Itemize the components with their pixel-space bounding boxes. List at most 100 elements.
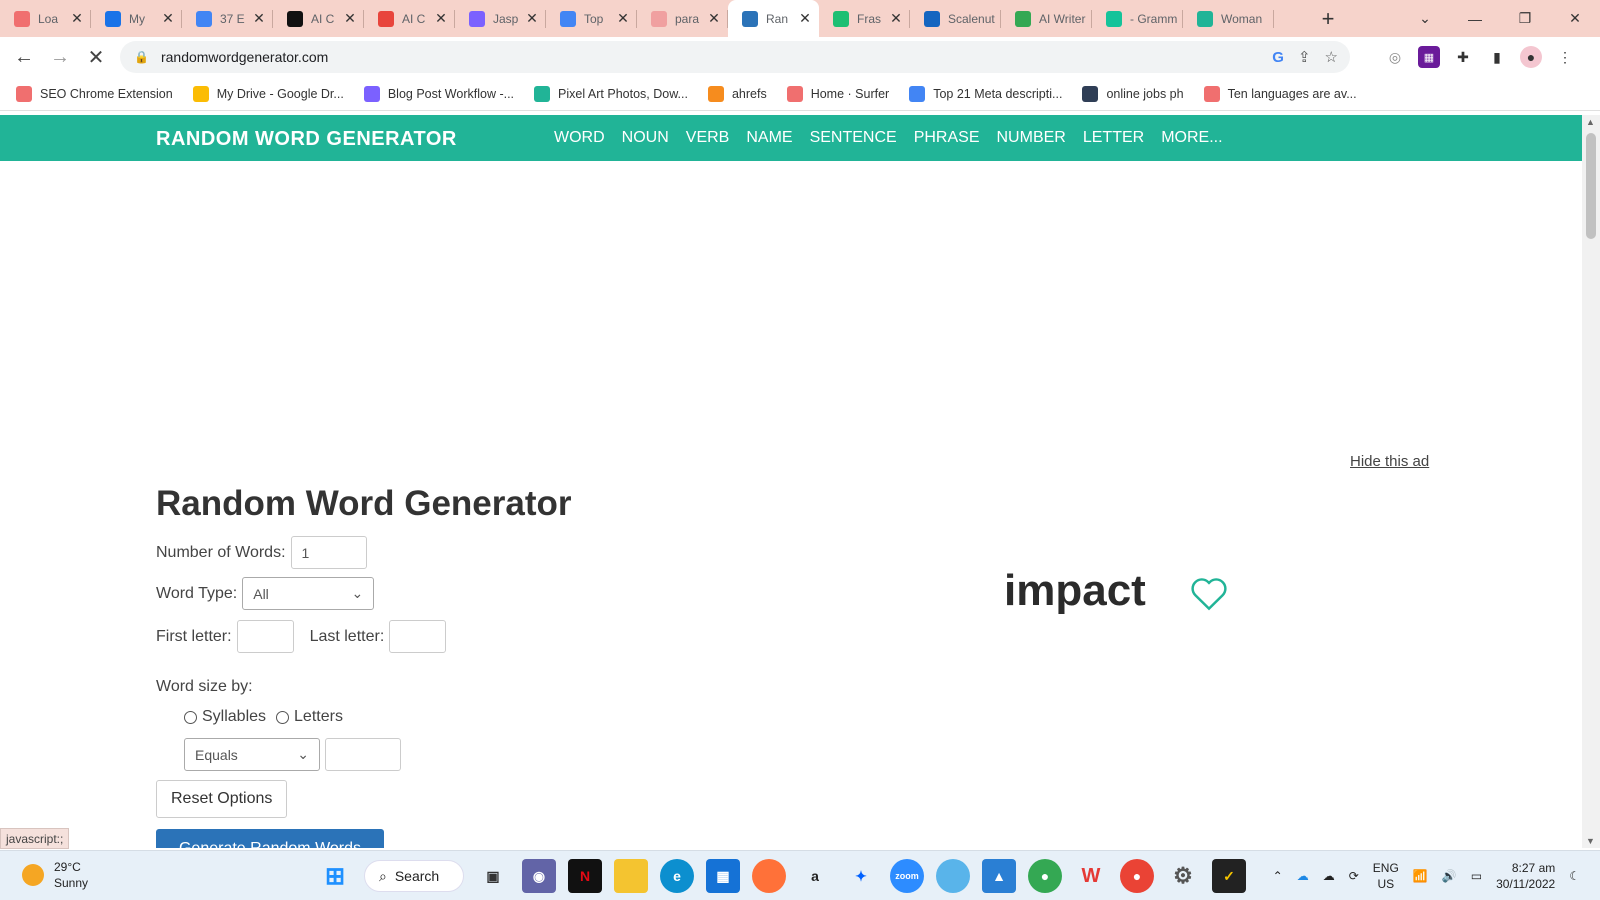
site-nav-sentence[interactable]: SENTENCE — [810, 129, 897, 147]
browser-tab[interactable]: Fras ✕ — [819, 0, 910, 37]
tab-close-icon[interactable]: ✕ — [706, 10, 722, 27]
scrollbar-thumb[interactable] — [1586, 133, 1596, 239]
norton-icon[interactable]: ✓ — [1212, 859, 1246, 893]
site-nav-word[interactable]: WORD — [554, 129, 605, 147]
file-explorer-icon[interactable] — [614, 859, 648, 893]
bookmark-item[interactable]: Home · Surfer — [786, 85, 889, 102]
profile-avatar[interactable]: ● — [1520, 46, 1542, 68]
weather-widget[interactable]: 29°C Sunny — [22, 859, 88, 891]
bookmark-item[interactable]: Ten languages are av... — [1203, 85, 1357, 102]
clock[interactable]: 8:27 am 30/11/2022 — [1496, 860, 1555, 892]
site-nav-phrase[interactable]: PHRASE — [914, 129, 980, 147]
minimize-button[interactable]: — — [1450, 11, 1500, 27]
bookmark-item[interactable]: My Drive - Google Dr... — [192, 85, 344, 102]
browser-tab[interactable]: Top ✕ — [546, 0, 637, 37]
windows-start-icon[interactable]: ⊞ — [318, 859, 352, 893]
wifi-icon[interactable]: 📶 — [1413, 869, 1428, 883]
bookmark-item[interactable]: ahrefs — [707, 85, 767, 102]
browser-tab[interactable]: Scalenut — [910, 0, 1001, 37]
tab-close-icon[interactable]: ✕ — [69, 10, 85, 27]
tab-close-icon[interactable]: ✕ — [888, 10, 904, 27]
grammarly-extension-icon[interactable]: ◎ — [1384, 46, 1406, 68]
forward-button[interactable]: → — [42, 41, 78, 73]
site-nav-letter[interactable]: LETTER — [1083, 129, 1144, 147]
browser-tab[interactable]: Loa ✕ — [0, 0, 91, 37]
extension-icon[interactable]: ▦ — [1418, 46, 1440, 68]
site-nav-more[interactable]: MORE... — [1161, 129, 1222, 147]
task-view-icon[interactable]: ▣ — [476, 859, 510, 893]
browser-tab[interactable]: - Gramm — [1092, 0, 1183, 37]
stop-loading-button[interactable]: ✕ — [78, 41, 114, 73]
zoom-icon[interactable]: zoom — [890, 859, 924, 893]
menu-kebab-icon[interactable]: ⋮ — [1554, 46, 1576, 68]
tab-close-icon[interactable]: ✕ — [251, 10, 267, 27]
scroll-up-arrow-icon[interactable]: ▲ — [1586, 117, 1595, 127]
scroll-down-arrow-icon[interactable]: ▼ — [1586, 836, 1595, 846]
page-scrollbar[interactable]: ▲ ▼ — [1582, 115, 1600, 848]
tab-close-icon[interactable]: ✕ — [524, 10, 540, 27]
generate-random-words-button[interactable]: Generate Random Words — [156, 829, 384, 848]
site-brand[interactable]: RANDOM WORD GENERATOR — [156, 128, 457, 151]
firefox-icon[interactable] — [752, 859, 786, 893]
size-compare-select[interactable]: Equals ⌄ — [184, 738, 320, 771]
chrome-profile-icon[interactable]: ● — [1120, 859, 1154, 893]
teams-chat-icon[interactable]: ◉ — [522, 859, 556, 893]
bookmark-item[interactable]: online jobs ph — [1082, 85, 1184, 102]
first-letter-input[interactable] — [236, 620, 294, 653]
back-button[interactable]: ← — [6, 41, 42, 73]
netflix-icon[interactable]: N — [568, 859, 602, 893]
browser-tab[interactable]: AI C ✕ — [364, 0, 455, 37]
browser-tab[interactable]: Jasp ✕ — [455, 0, 546, 37]
side-panel-icon[interactable]: ▮ — [1486, 46, 1508, 68]
site-nav-verb[interactable]: VERB — [686, 129, 730, 147]
amazon-icon[interactable]: a — [798, 859, 832, 893]
hide-ad-link[interactable]: Hide this ad — [1350, 453, 1429, 470]
cloud-sync-icon[interactable]: ☁ — [1323, 869, 1335, 883]
browser-tab[interactable]: AI Writer — [1001, 0, 1092, 37]
wps-office-icon[interactable]: W — [1074, 859, 1108, 893]
tab-close-icon[interactable]: ✕ — [615, 10, 631, 27]
lock-icon[interactable]: 🔒 — [134, 50, 149, 64]
browser-tab[interactable]: AI C ✕ — [273, 0, 364, 37]
puzzle-extensions-icon[interactable]: ✚ — [1452, 46, 1474, 68]
word-type-select[interactable]: All ⌄ — [242, 577, 375, 610]
tab-close-icon[interactable]: ✕ — [433, 10, 449, 27]
site-nav-noun[interactable]: NOUN — [622, 129, 669, 147]
tab-close-icon[interactable]: ✕ — [797, 10, 813, 27]
update-sync-icon[interactable]: ⟳ — [1349, 869, 1359, 883]
letters-radio[interactable] — [276, 710, 290, 724]
settings-gear-icon[interactable]: ⚙ — [1166, 859, 1200, 893]
tab-close-icon[interactable]: ✕ — [342, 10, 358, 27]
browser-tab[interactable]: Woman — [1183, 0, 1274, 37]
size-value-input[interactable] — [325, 738, 401, 771]
site-nav-number[interactable]: NUMBER — [997, 129, 1066, 147]
show-hidden-icons-chevron-icon[interactable]: ⌃ — [1273, 869, 1283, 883]
favorite-heart-icon[interactable] — [1190, 577, 1228, 611]
browser-tab[interactable]: My ✕ — [91, 0, 182, 37]
close-window-button[interactable]: ✕ — [1550, 10, 1600, 27]
battery-icon[interactable]: ▭ — [1471, 869, 1482, 883]
new-tab-button[interactable]: + — [1310, 0, 1346, 37]
tab-close-icon[interactable]: ✕ — [160, 10, 176, 27]
input-language[interactable]: ENG US — [1373, 860, 1399, 892]
browser-tab[interactable]: Ran ✕ — [728, 0, 819, 37]
bookmark-star-icon[interactable]: ☆ — [1325, 48, 1338, 66]
microsoft-store-icon[interactable]: ▦ — [706, 859, 740, 893]
onedrive-cloud-icon[interactable]: ☁ — [1297, 869, 1309, 883]
bookmark-item[interactable]: Blog Post Workflow -... — [363, 85, 514, 102]
tab-search-icon[interactable]: ⌄ — [1400, 10, 1450, 27]
browser-tab[interactable]: para ✕ — [637, 0, 728, 37]
chrome-icon[interactable]: ● — [1028, 859, 1062, 893]
dropbox-icon[interactable]: ✦ — [844, 859, 878, 893]
site-nav-name[interactable]: NAME — [746, 129, 792, 147]
bookmark-item[interactable]: Pixel Art Photos, Dow... — [534, 85, 688, 102]
number-of-words-input[interactable]: 1 — [290, 536, 367, 569]
paint-icon[interactable] — [936, 859, 970, 893]
taskbar-search[interactable]: ⌕ Search — [364, 860, 464, 892]
edge-browser-icon[interactable]: e — [660, 859, 694, 893]
reset-options-button[interactable]: Reset Options — [156, 780, 288, 818]
notifications-moon-icon[interactable]: ☾ — [1569, 869, 1580, 883]
google-lens-icon[interactable]: G — [1272, 49, 1284, 66]
bookmark-item[interactable]: SEO Chrome Extension — [16, 85, 173, 102]
address-bar[interactable]: 🔒 randomwordgenerator.com G ⇪ ☆ — [120, 41, 1350, 73]
